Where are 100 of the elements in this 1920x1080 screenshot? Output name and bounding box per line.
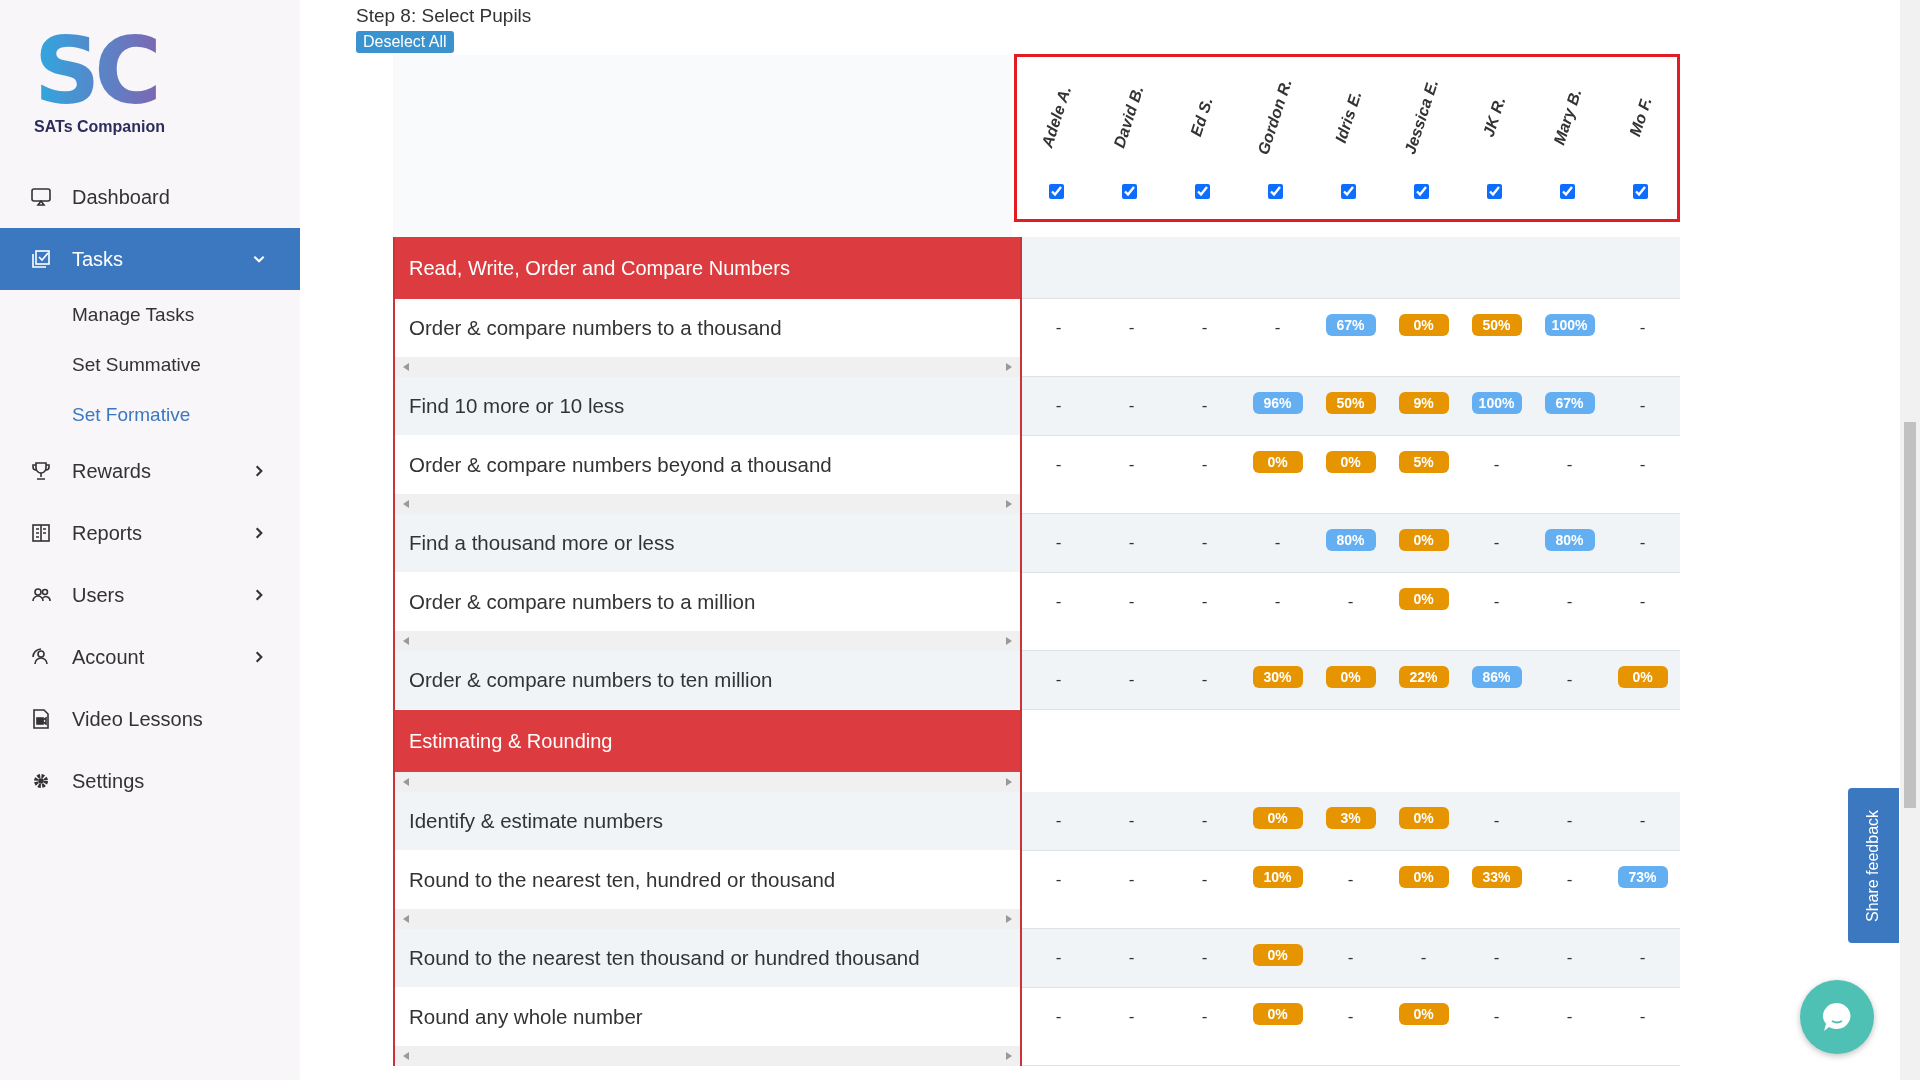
nav-item[interactable]: Reports xyxy=(0,502,300,564)
score-empty: - xyxy=(1566,592,1573,612)
score-badge: 30% xyxy=(1252,666,1303,688)
nav-item[interactable]: Rewards xyxy=(0,440,300,502)
score-badge: 22% xyxy=(1398,666,1449,688)
share-feedback-button[interactable]: Share feedback xyxy=(1848,788,1899,943)
scroll-right-icon[interactable] xyxy=(1006,500,1012,508)
pupil-name: JK R. xyxy=(1479,94,1510,140)
score-badge: 10% xyxy=(1252,866,1303,888)
score-empty: - xyxy=(1639,811,1646,831)
score-empty: - xyxy=(1347,948,1354,968)
nav-item[interactable]: Users xyxy=(0,564,300,626)
scroll-left-icon[interactable] xyxy=(403,915,409,923)
scroll-left-icon[interactable] xyxy=(403,778,409,786)
score-empty: - xyxy=(1128,592,1135,612)
score-empty: - xyxy=(1347,870,1354,890)
scroll-right-icon[interactable] xyxy=(1006,915,1012,923)
score-empty: - xyxy=(1639,396,1646,416)
score-empty: - xyxy=(1201,1007,1208,1027)
scroll-left-icon[interactable] xyxy=(403,363,409,371)
pupil-name: Idris E. xyxy=(1331,88,1366,146)
objective-label: Find 10 more or 10 less xyxy=(409,394,625,418)
objective-label: Identify & estimate numbers xyxy=(409,809,664,833)
objective-label: Order & compare numbers beyond a thousand xyxy=(409,453,832,477)
nav-item[interactable]: Tasks xyxy=(0,228,300,290)
scroll-left-icon[interactable] xyxy=(403,1052,409,1060)
score-empty: - xyxy=(1055,455,1062,475)
score-badge: 86% xyxy=(1471,666,1522,688)
score-badge: 0% xyxy=(1325,451,1376,473)
logo-text: SATs Companion xyxy=(34,118,165,136)
score-empty: - xyxy=(1639,592,1646,612)
pupil-checkbox[interactable] xyxy=(1268,184,1283,199)
scroll-left-icon[interactable] xyxy=(403,500,409,508)
score-empty: - xyxy=(1201,670,1208,690)
nav-item[interactable]: Video Lessons xyxy=(0,688,300,750)
horizontal-scrollbar[interactable] xyxy=(395,772,1020,792)
horizontal-scrollbar[interactable] xyxy=(395,494,1020,514)
score-badge: 0% xyxy=(1398,1003,1449,1025)
score-empty: - xyxy=(1639,455,1646,475)
score-badge: 3% xyxy=(1325,807,1376,829)
pupil-checkbox[interactable] xyxy=(1122,184,1137,199)
pupil-checkbox[interactable] xyxy=(1049,184,1064,199)
vertical-scrollbar[interactable] xyxy=(1900,0,1920,1080)
score-empty: - xyxy=(1128,533,1135,553)
scroll-right-icon[interactable] xyxy=(1006,1052,1012,1060)
score-empty: - xyxy=(1055,670,1062,690)
video-icon xyxy=(30,708,52,730)
pupil-checkbox[interactable] xyxy=(1487,184,1502,199)
pupil-checkbox[interactable] xyxy=(1341,184,1356,199)
nav-subitem[interactable]: Set Summative xyxy=(0,340,201,390)
pupil-name: Jessica E. xyxy=(1401,77,1442,157)
pupil-checkbox[interactable] xyxy=(1195,184,1210,199)
score-badge: 80% xyxy=(1325,529,1376,551)
pupil-checkbox[interactable] xyxy=(1414,184,1429,199)
scroll-right-icon[interactable] xyxy=(1006,637,1012,645)
score-empty: - xyxy=(1128,870,1135,890)
score-empty: - xyxy=(1055,396,1062,416)
scroll-right-icon[interactable] xyxy=(1006,363,1012,371)
nav-item[interactable]: Account xyxy=(0,626,300,688)
nav-item[interactable]: Dashboard xyxy=(0,166,300,228)
score-empty: - xyxy=(1347,1007,1354,1027)
score-badge: 67% xyxy=(1544,392,1595,414)
score-empty: - xyxy=(1201,455,1208,475)
horizontal-scrollbar[interactable] xyxy=(395,631,1020,651)
score-empty: - xyxy=(1493,948,1500,968)
score-empty: - xyxy=(1201,533,1208,553)
score-empty: - xyxy=(1493,592,1500,612)
score-empty: - xyxy=(1128,948,1135,968)
horizontal-scrollbar[interactable] xyxy=(395,1046,1020,1066)
score-empty: - xyxy=(1639,318,1646,338)
score-empty: - xyxy=(1055,533,1062,553)
score-empty: - xyxy=(1566,455,1573,475)
pupil-checkbox[interactable] xyxy=(1633,184,1648,199)
score-empty: - xyxy=(1639,533,1646,553)
horizontal-scrollbar[interactable] xyxy=(395,357,1020,377)
score-badge: 0% xyxy=(1325,666,1376,688)
score-empty: - xyxy=(1055,318,1062,338)
score-badge: 0% xyxy=(1252,807,1303,829)
chat-button[interactable] xyxy=(1800,980,1874,1054)
score-badge: 0% xyxy=(1398,314,1449,336)
objective-label: Order & compare numbers to a million xyxy=(409,590,756,614)
report-icon xyxy=(30,522,52,544)
nav-item[interactable]: Settings xyxy=(0,750,300,812)
horizontal-scrollbar[interactable] xyxy=(395,909,1020,929)
score-empty: - xyxy=(1055,948,1062,968)
pupil-name: Ed S. xyxy=(1187,95,1218,139)
scroll-right-icon[interactable] xyxy=(1006,778,1012,786)
pupil-name: Mary B. xyxy=(1550,86,1585,148)
score-empty: - xyxy=(1566,870,1573,890)
score-empty: - xyxy=(1566,811,1573,831)
scroll-left-icon[interactable] xyxy=(403,637,409,645)
nav-subitem[interactable]: Manage Tasks xyxy=(0,290,195,340)
objective-label: Find a thousand more or less xyxy=(409,531,675,555)
nav-subitem[interactable]: Set Formative xyxy=(0,390,191,440)
score-badge: 0% xyxy=(1398,807,1449,829)
pupil-name: David B. xyxy=(1111,83,1148,151)
score-empty: - xyxy=(1274,533,1281,553)
pupil-name: Adele A. xyxy=(1038,84,1075,150)
pupil-checkbox[interactable] xyxy=(1560,184,1575,199)
score-badge: 50% xyxy=(1471,314,1522,336)
